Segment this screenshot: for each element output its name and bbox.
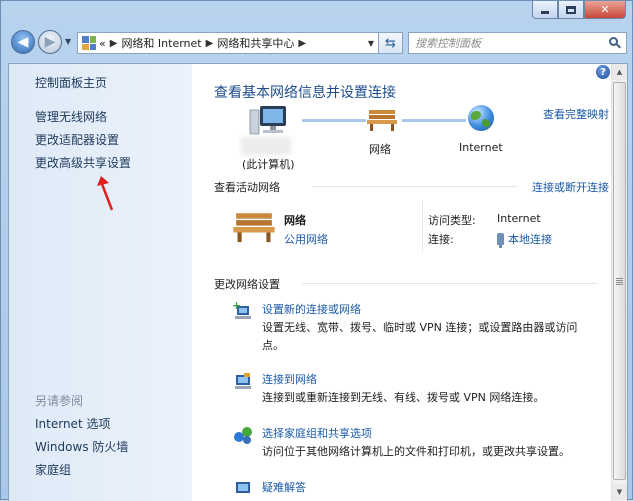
scroll-thumb[interactable] — [613, 82, 626, 480]
forward-arrow-icon: ▶ — [44, 34, 56, 50]
vertical-divider — [422, 200, 423, 252]
change-settings-heading: 更改网络设置 — [214, 278, 280, 291]
sidebar-manage-wireless[interactable]: 管理无线网络 — [35, 108, 107, 125]
sidebar-advanced-sharing[interactable]: 更改高级共享设置 — [35, 154, 131, 171]
plug-icon — [497, 233, 504, 248]
task-connect-network-desc: 连接到或重新连接到无线、有线、拨号或 VPN 网络连接。 — [262, 391, 545, 404]
sidebar-change-adapter[interactable]: 更改适配器设置 — [35, 131, 119, 148]
scroll-down-button[interactable]: ▼ — [612, 484, 627, 500]
chevron-right-icon[interactable]: ▶ — [294, 38, 310, 49]
search-icon[interactable] — [609, 37, 621, 49]
task-troubleshoot-link[interactable]: 疑难解答 — [262, 479, 306, 495]
blurred-computer-name — [241, 137, 291, 155]
vertical-scrollbar[interactable]: ▲ ▼ — [611, 64, 627, 501]
bench-network-icon[interactable] — [366, 108, 398, 132]
view-full-map-link[interactable]: 查看完整映射 — [543, 106, 609, 122]
computer-icon[interactable] — [246, 104, 294, 140]
map-link-computer-network — [302, 119, 366, 122]
grip-icon — [616, 277, 623, 285]
sidebar-internet-options[interactable]: Internet 选项 — [35, 415, 110, 432]
map-link-network-internet — [402, 119, 466, 122]
task-homegroup-link[interactable]: 选择家庭组和共享选项 — [262, 425, 372, 441]
forward-button[interactable]: ▶ — [38, 30, 62, 54]
sidebar-homegroup[interactable]: 家庭组 — [35, 461, 71, 478]
sidebar-windows-firewall[interactable]: Windows 防火墙 — [35, 438, 128, 455]
local-connection-text[interactable]: 本地连接 — [508, 231, 552, 247]
see-also-heading: 另请参阅 — [35, 394, 84, 408]
scroll-up-button[interactable]: ▲ — [612, 64, 627, 80]
breadcrumb-network-sharing-center[interactable]: 网络和共享中心 — [217, 35, 294, 51]
svg-text:+: + — [232, 300, 241, 312]
maximize-button[interactable] — [558, 1, 584, 19]
back-arrow-icon: ◀ — [17, 34, 29, 50]
back-button[interactable]: ◀ — [11, 30, 35, 54]
map-label-network: 网络 — [369, 143, 391, 156]
bench-network-icon — [233, 213, 275, 243]
homegroup-icon — [234, 427, 252, 444]
connect-disconnect-link[interactable]: 连接或断开连接 — [532, 179, 609, 195]
active-networks-heading: 查看活动网络 — [214, 181, 280, 194]
globe-icon[interactable] — [468, 105, 494, 131]
connect-network-icon — [235, 373, 251, 389]
close-button[interactable]: ✕ — [584, 1, 626, 19]
network-type-link[interactable]: 公用网络 — [284, 231, 328, 247]
maximize-icon — [566, 5, 576, 14]
address-bar[interactable]: « ▶ 网络和 Internet ▶ 网络和共享中心 ▶ ▼ — [77, 32, 379, 54]
task-connect-network-link[interactable]: 连接到网络 — [262, 371, 317, 387]
page-title: 查看基本网络信息并设置连接 — [214, 85, 396, 101]
minimize-button[interactable] — [532, 1, 558, 19]
main-panel: ? 查看基本网络信息并设置连接 查看完整映射 (此计算机) 网络 Interne… — [192, 64, 613, 501]
breadcrumb-network-internet[interactable]: 网络和 Internet — [121, 35, 201, 51]
troubleshoot-icon — [236, 482, 250, 493]
navigation-bar: ◀ ▶ ▼ « ▶ 网络和 Internet ▶ 网络和共享中心 ▶ ▼ ⇆ — [8, 29, 627, 57]
search-input[interactable] — [415, 36, 595, 50]
access-type-label: 访问类型: — [428, 214, 476, 227]
recent-pages-dropdown[interactable]: ▼ — [65, 37, 71, 46]
window-frame: ✕ ◀ ▶ ▼ « ▶ 网络和 Internet ▶ 网络和共享中心 ▶ ▼ ⇆… — [0, 0, 633, 501]
refresh-icon: ⇆ — [385, 35, 396, 51]
close-icon: ✕ — [600, 3, 610, 16]
access-type-value: Internet — [497, 212, 541, 225]
section-divider — [312, 186, 517, 187]
refresh-button[interactable]: ⇆ — [379, 32, 403, 54]
sidebar: 控制面板主页 管理无线网络 更改适配器设置 更改高级共享设置 另请参阅 Inte… — [9, 64, 192, 501]
section-divider — [302, 283, 597, 284]
control-panel-icon — [82, 36, 96, 50]
content-area: 控制面板主页 管理无线网络 更改适配器设置 更改高级共享设置 另请参阅 Inte… — [8, 63, 628, 501]
active-network-name: 网络 — [284, 214, 306, 227]
help-icon[interactable]: ? — [596, 65, 610, 79]
history-prefix[interactable]: « — [99, 37, 106, 50]
local-connection-link[interactable]: 本地连接 — [497, 231, 552, 248]
setup-connection-icon: + — [232, 300, 251, 319]
task-setup-connection-link[interactable]: 设置新的连接或网络 — [262, 301, 361, 317]
task-homegroup-desc: 访问位于其他网络计算机上的文件和打印机，或更改共享设置。 — [262, 445, 570, 458]
red-pointer-arrow — [97, 176, 114, 211]
minimize-icon — [541, 11, 549, 14]
address-dropdown-icon[interactable]: ▼ — [364, 39, 378, 48]
chevron-right-icon[interactable]: ▶ — [106, 38, 122, 49]
connections-label: 连接: — [428, 233, 454, 246]
chevron-right-icon[interactable]: ▶ — [202, 38, 218, 49]
sidebar-control-panel-home[interactable]: 控制面板主页 — [35, 74, 107, 91]
caption-buttons: ✕ — [532, 1, 626, 19]
map-label-computer: (此计算机) — [242, 158, 295, 171]
map-label-internet: Internet — [459, 141, 503, 154]
search-box[interactable] — [408, 32, 627, 54]
task-setup-connection-desc: 设置无线、宽带、拨号、临时或 VPN 连接；或设置路由器或访问点。 — [262, 321, 578, 352]
